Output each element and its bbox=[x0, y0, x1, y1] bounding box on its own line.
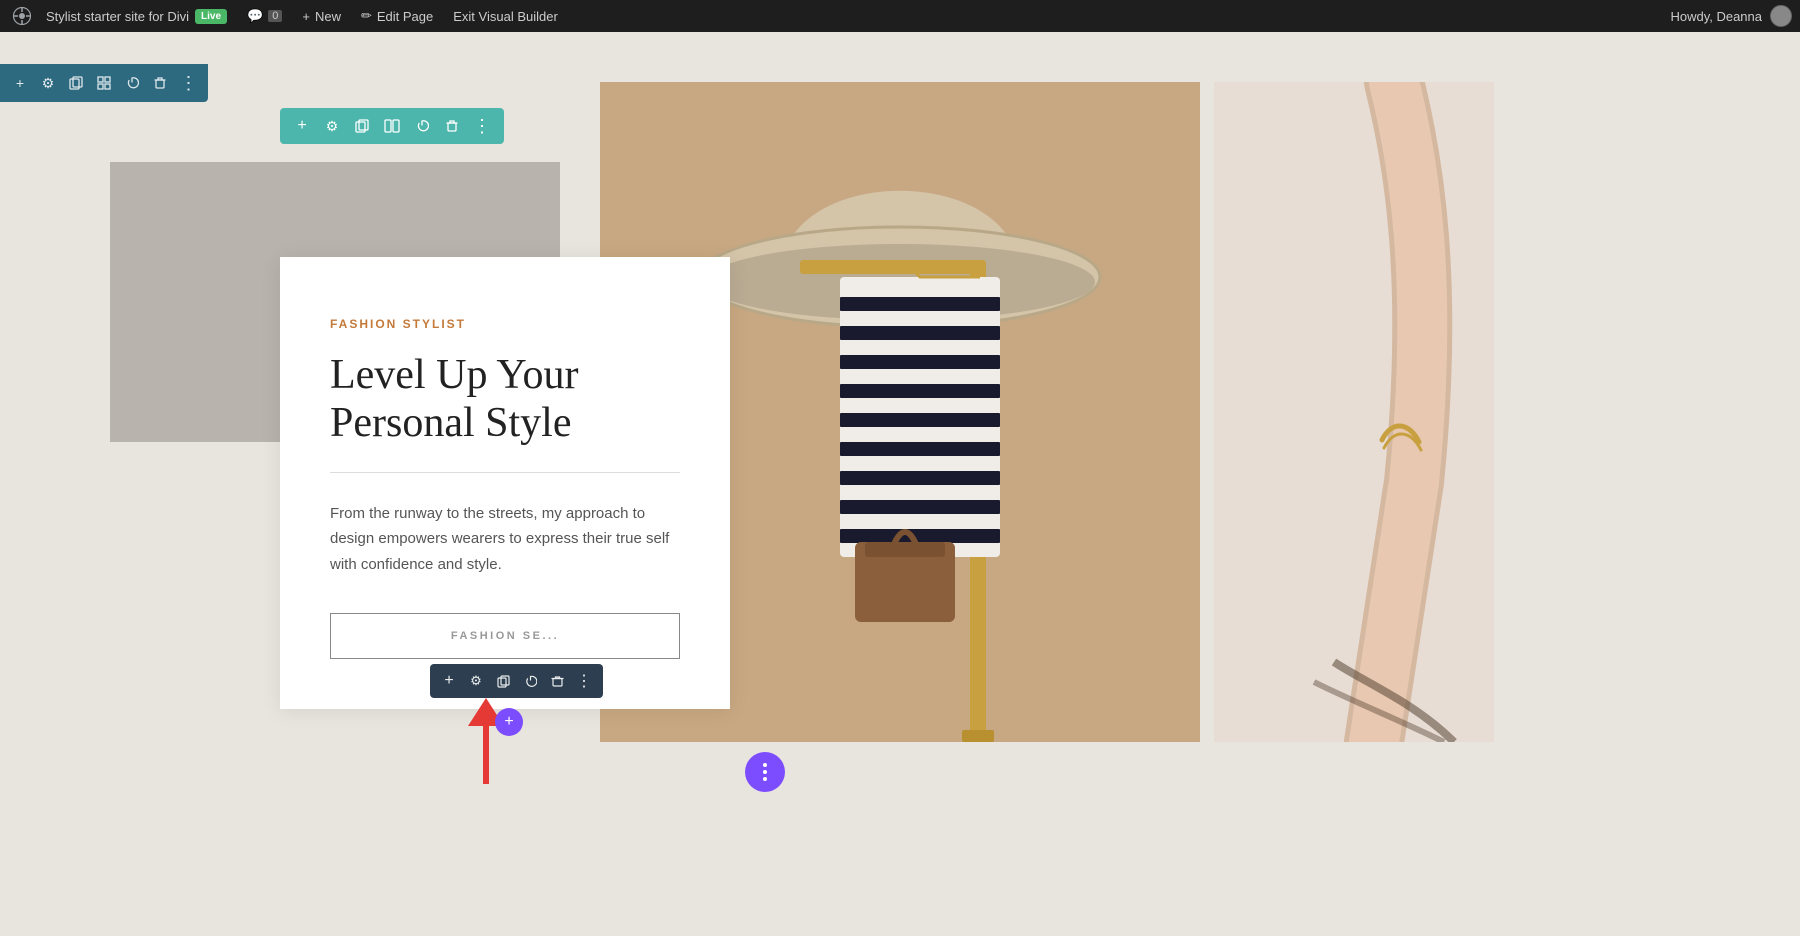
module-duplicate-icon[interactable] bbox=[492, 670, 514, 692]
row-settings-icon[interactable]: ⚙ bbox=[320, 114, 344, 138]
row-power-icon[interactable] bbox=[410, 114, 434, 138]
row-delete-icon[interactable] bbox=[440, 114, 464, 138]
module-power-icon[interactable] bbox=[519, 670, 541, 692]
content-card: FASHION STYLIST Level Up Your Personal S… bbox=[280, 257, 730, 709]
wp-admin-bar: Stylist starter site for Divi Live 💬 0 +… bbox=[0, 0, 1800, 32]
row-duplicate-icon[interactable] bbox=[350, 114, 374, 138]
section-more-icon[interactable]: ⋮ bbox=[176, 71, 200, 95]
row-columns-icon[interactable] bbox=[380, 114, 404, 138]
wordpress-logo[interactable] bbox=[8, 0, 36, 32]
new-link[interactable]: + New bbox=[292, 9, 351, 24]
page-canvas: + ⚙ ⋮ bbox=[0, 32, 1800, 936]
cta-button-text: FASHION SE... bbox=[451, 630, 559, 642]
section-delete-icon[interactable] bbox=[148, 71, 172, 95]
main-heading: Level Up Your Personal Style bbox=[330, 351, 680, 448]
module-delete-icon[interactable] bbox=[546, 670, 568, 692]
section-toolbar: + ⚙ ⋮ bbox=[0, 64, 208, 102]
category-label: FASHION STYLIST bbox=[330, 317, 680, 331]
exit-builder-link[interactable]: Exit Visual Builder bbox=[443, 9, 568, 24]
edit-page-link[interactable]: ✏ Edit Page bbox=[351, 8, 443, 24]
row-toolbar: + ⚙ ⋮ bbox=[280, 108, 504, 144]
module-settings-icon[interactable]: ⚙ bbox=[465, 670, 487, 692]
live-badge: Live bbox=[195, 9, 227, 24]
divider bbox=[330, 472, 680, 473]
module-toolbar: + ⚙ ⋮ bbox=[430, 664, 603, 698]
cta-button[interactable]: FASHION SE... bbox=[330, 613, 680, 659]
dots-icon bbox=[763, 763, 767, 781]
add-module-button[interactable]: + bbox=[495, 708, 523, 736]
row-add-icon[interactable]: + bbox=[290, 114, 314, 138]
section-power-icon[interactable] bbox=[120, 71, 144, 95]
row-more-icon[interactable]: ⋮ bbox=[470, 114, 494, 138]
comments-link[interactable]: 💬 0 bbox=[237, 8, 292, 24]
section-duplicate-icon[interactable] bbox=[64, 71, 88, 95]
avatar[interactable] bbox=[1770, 5, 1792, 27]
admin-bar-right: Howdy, Deanna bbox=[1670, 5, 1792, 27]
right-image-strip bbox=[1214, 82, 1494, 742]
arrow-shaft bbox=[483, 724, 489, 784]
section-settings-icon[interactable]: ⚙ bbox=[36, 71, 60, 95]
three-dot-menu[interactable] bbox=[745, 752, 785, 792]
section-grid-icon[interactable] bbox=[92, 71, 116, 95]
module-add-icon[interactable]: + bbox=[438, 670, 460, 692]
comments-count: 0 bbox=[268, 10, 282, 22]
body-text: From the runway to the streets, my appro… bbox=[330, 501, 680, 578]
section-add-icon[interactable]: + bbox=[8, 71, 32, 95]
module-more-icon[interactable]: ⋮ bbox=[573, 670, 595, 692]
site-name[interactable]: Stylist starter site for Divi Live bbox=[36, 9, 237, 24]
